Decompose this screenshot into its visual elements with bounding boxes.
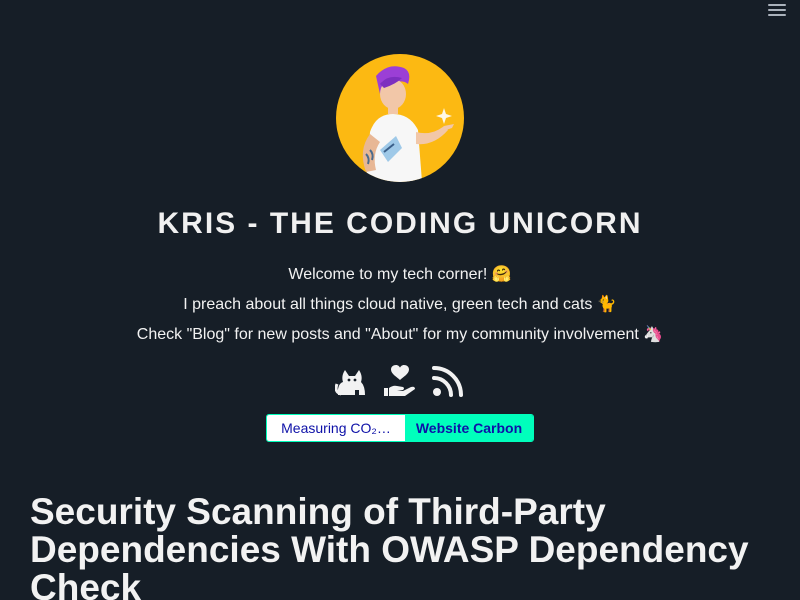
avatar-illustration [362, 66, 454, 182]
carbon-measuring-text: Measuring CO₂… [267, 415, 405, 441]
menu-bar [768, 14, 786, 16]
website-carbon-link[interactable]: Website Carbon [405, 415, 533, 441]
hand-heart-icon[interactable] [383, 364, 417, 398]
website-carbon-badge: Measuring CO₂… Website Carbon [266, 414, 534, 442]
post-title[interactable]: Security Scanning of Third-Party Depende… [30, 493, 775, 600]
site-title[interactable]: KRIS - THE CODING UNICORN [0, 202, 800, 246]
profile-avatar [336, 54, 464, 182]
menu-bar [768, 9, 786, 11]
cat-icon[interactable] [334, 364, 369, 398]
intro-line-welcome: Welcome to my tech corner! 🤗 [288, 266, 512, 283]
rss-icon[interactable] [431, 364, 465, 398]
site-header: KRIS - THE CODING UNICORN Welcome to my … [0, 54, 800, 442]
menu-bar [768, 4, 786, 6]
page: KRIS - THE CODING UNICORN Welcome to my … [0, 0, 800, 600]
hamburger-menu-icon[interactable] [768, 2, 786, 18]
intro-text: Welcome to my tech corner! 🤗 I preach ab… [0, 260, 800, 350]
social-links [0, 364, 800, 400]
intro-line-topics: I preach about all things cloud native, … [183, 296, 617, 313]
intro-line-navigation: Check "Blog" for new posts and "About" f… [136, 326, 664, 343]
